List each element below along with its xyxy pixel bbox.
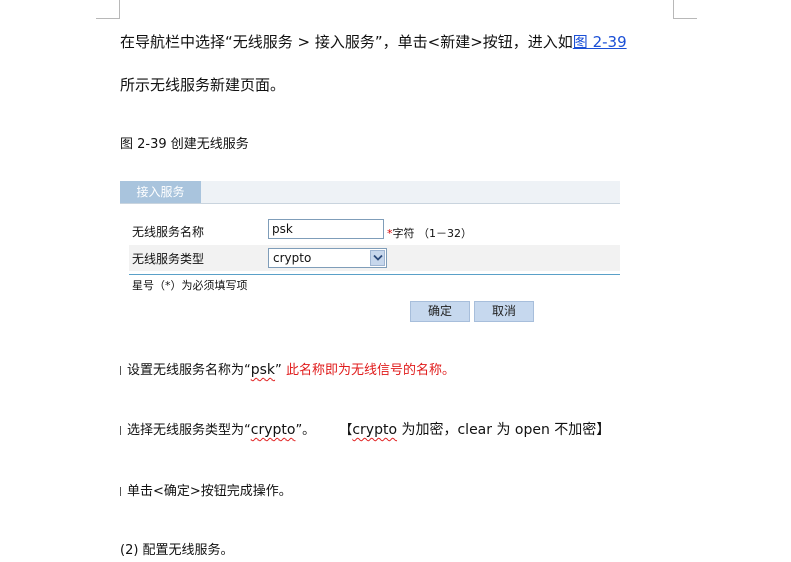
step-1: 设置无线服务名称为“psk” 此名称即为无线信号的名称。 <box>120 359 455 378</box>
tab-access-service[interactable]: 接入服务 <box>120 181 201 203</box>
intro-text: 在导航栏中选择“无线服务 > 接入服务”，单击<新建>按钮，进入如 <box>120 33 573 51</box>
cancel-button[interactable]: 取消 <box>474 301 534 322</box>
intro-line-1: 在导航栏中选择“无线服务 > 接入服务”，单击<新建>按钮，进入如图 2-39 <box>120 31 627 52</box>
step-2-text: 选择无线服务类型为“ <box>127 423 251 438</box>
figure-caption: 图 2-39 创建无线服务 <box>120 137 249 152</box>
step-2: 选择无线服务类型为“crypto”。 【crypto 为加密，clear 为 o… <box>120 419 610 439</box>
bullet-marker <box>120 487 121 496</box>
step-2-note-value: crypto <box>352 422 398 438</box>
crop-mark <box>673 18 697 19</box>
step-3-text: 单击<确定>按钮完成操作。 <box>127 484 292 499</box>
service-name-label: 无线服务名称 <box>132 225 205 239</box>
tab-bar: 接入服务 <box>120 181 620 204</box>
step-2-value: crypto <box>250 422 296 438</box>
form-divider <box>129 274 620 275</box>
service-name-row: 无线服务名称 *字符 （1－32） <box>129 218 620 244</box>
step-3: 单击<确定>按钮完成操作。 <box>120 480 292 499</box>
service-type-row: 无线服务类型 crypto <box>129 245 620 271</box>
step-1-text: 设置无线服务名称为“ <box>127 363 251 378</box>
step-1-value: psk <box>250 362 276 378</box>
figure-link[interactable]: 图 2-39 <box>573 33 627 51</box>
intro-line-2: 所示无线服务新建页面。 <box>120 76 286 94</box>
step-4: (2) 配置无线服务。 <box>120 543 234 558</box>
ok-button[interactable]: 确定 <box>410 301 470 322</box>
required-note: 星号（*）为必须填写项 <box>132 279 248 292</box>
step-2-quote: ”。 <box>295 423 316 438</box>
service-type-label: 无线服务类型 <box>132 252 205 266</box>
service-name-hint: *字符 （1－32） <box>387 225 472 241</box>
service-name-input[interactable] <box>268 219 384 239</box>
service-type-value: crypto <box>273 251 312 265</box>
step-1-note: 此名称即为无线信号的名称。 <box>285 363 455 378</box>
crop-mark <box>96 18 120 19</box>
bullet-marker <box>120 426 121 435</box>
bullet-marker <box>120 366 121 375</box>
crop-mark <box>119 0 120 19</box>
step-1-quote: ” <box>275 363 282 378</box>
step-2-bracket: 【 <box>339 423 353 438</box>
length-hint: 字符 （1－32） <box>392 227 473 240</box>
service-type-select[interactable]: crypto <box>268 248 387 268</box>
step-2-note: 为加密，clear 为 open 不加密】 <box>397 422 611 438</box>
crop-mark <box>673 0 674 19</box>
create-wireless-service-form: 接入服务 无线服务名称 *字符 （1－32） 无线服务类型 crypto 星号（… <box>120 181 620 326</box>
chevron-down-icon[interactable] <box>370 250 385 266</box>
